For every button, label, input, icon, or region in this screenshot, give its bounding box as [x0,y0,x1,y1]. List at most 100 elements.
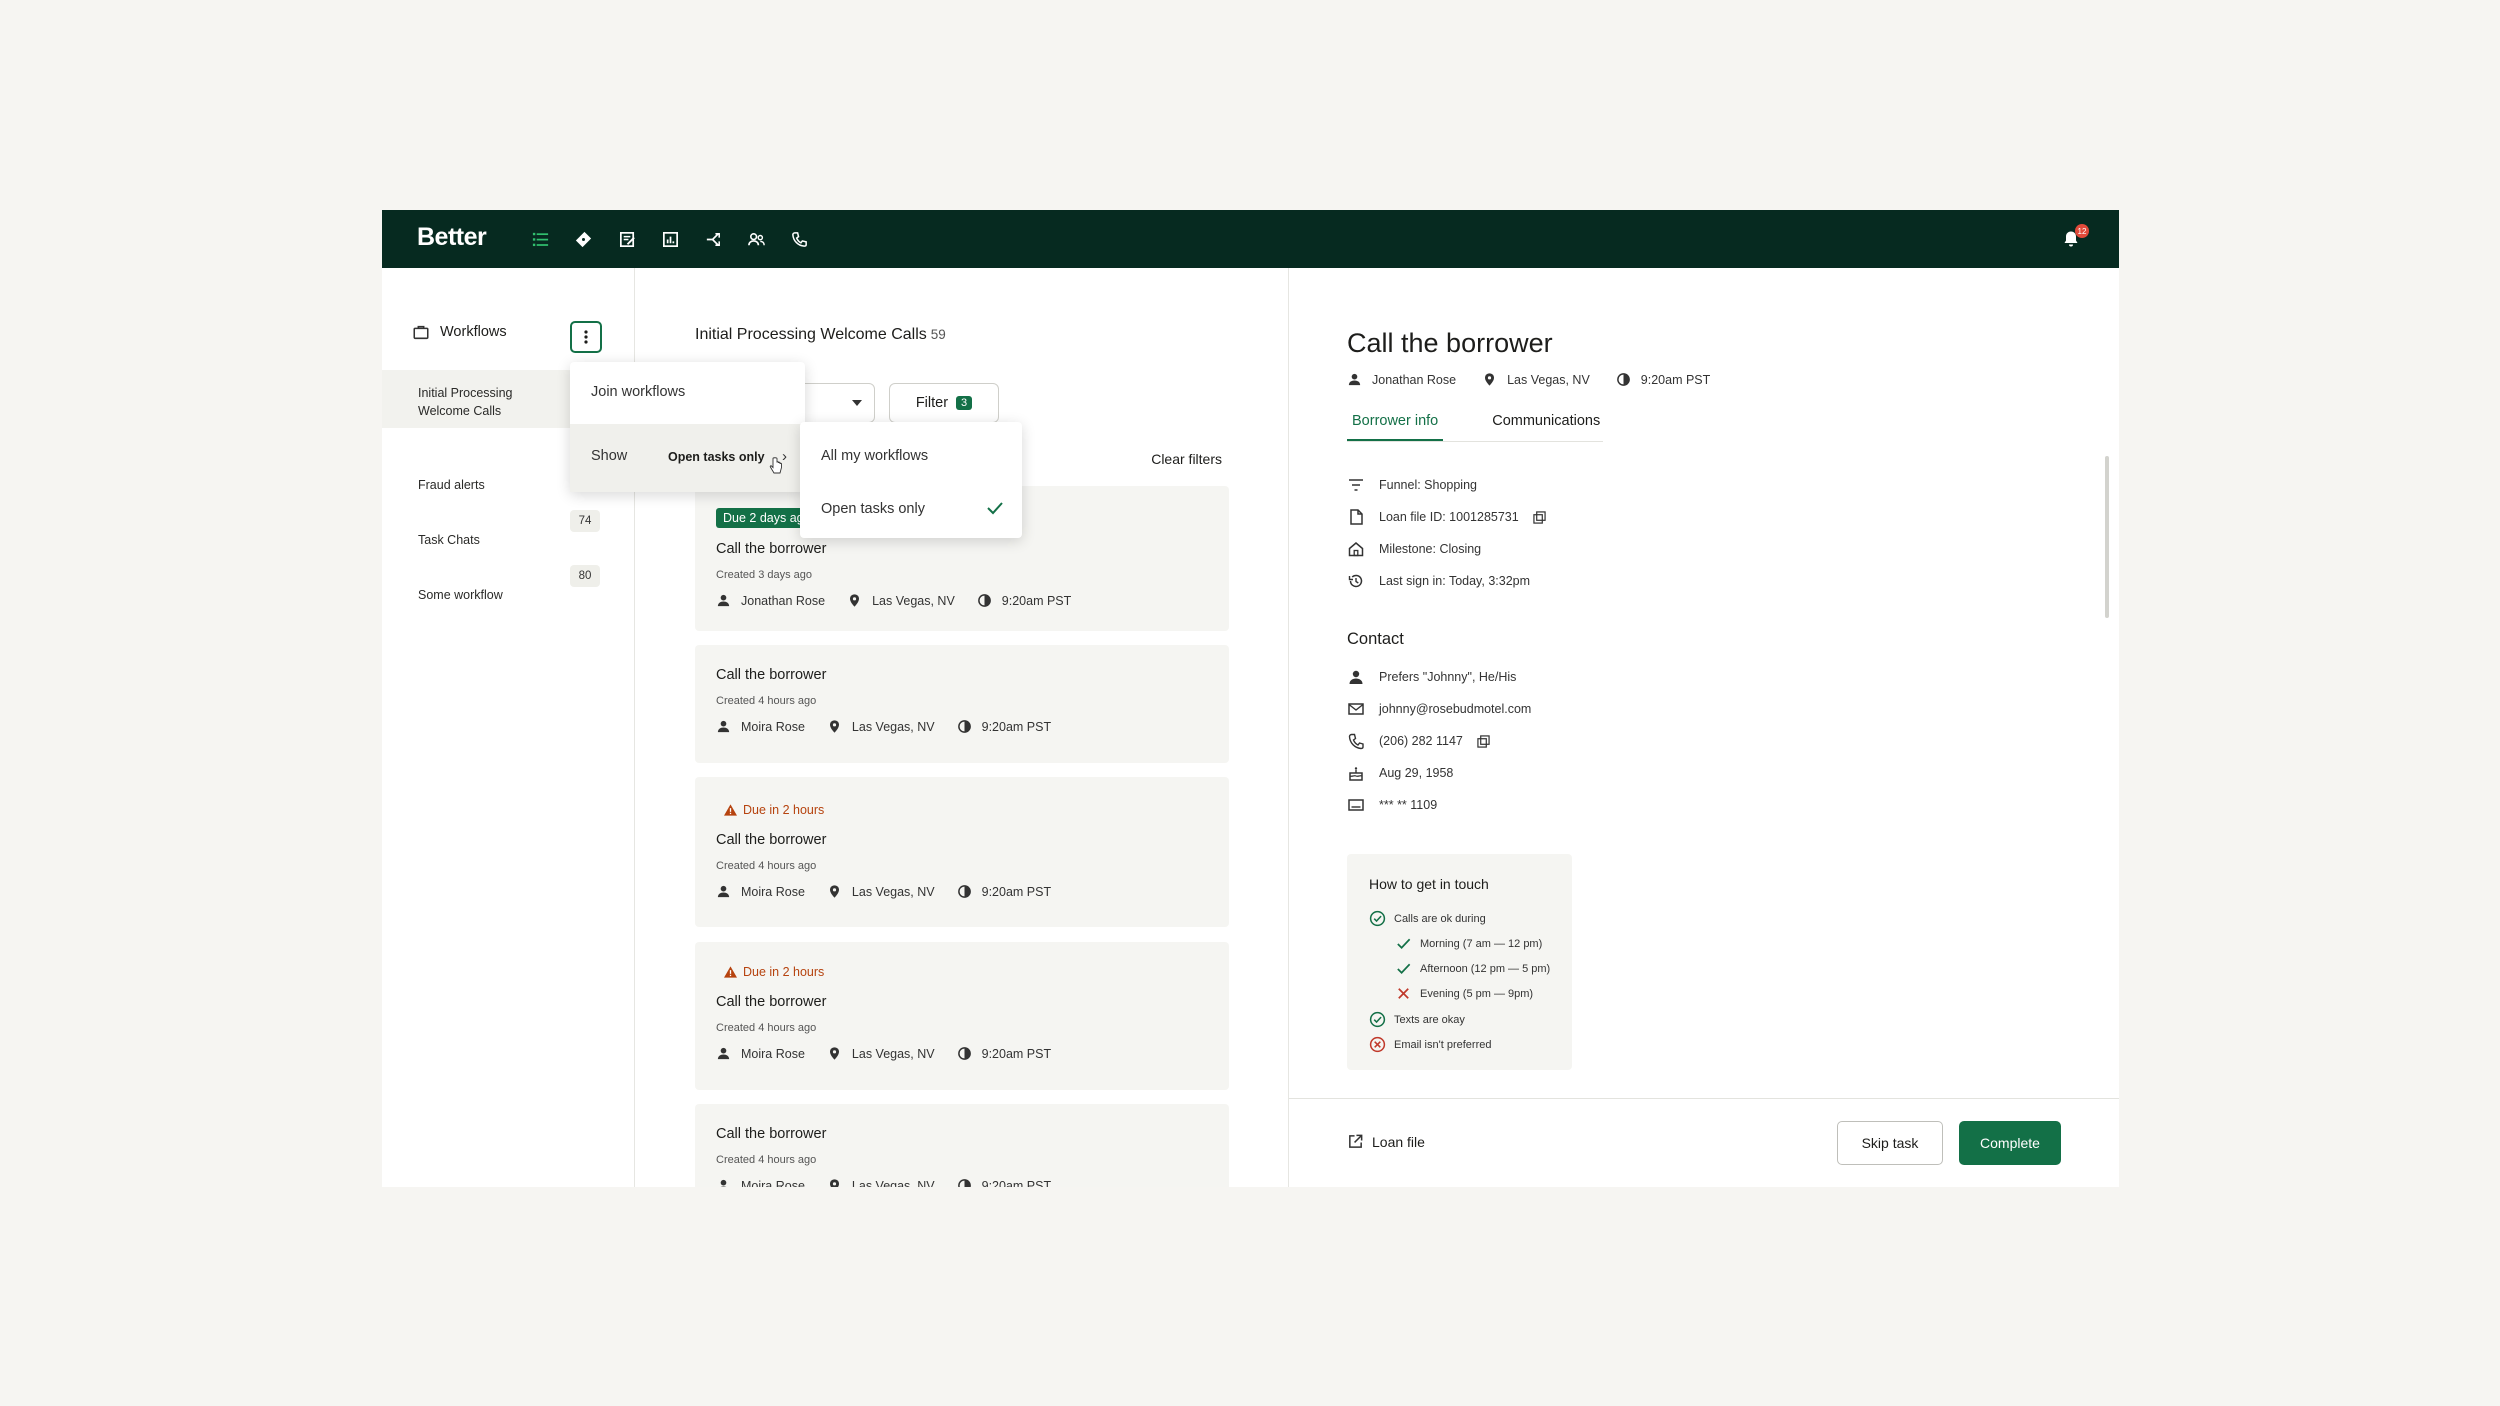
due-warning: Due in 2 hours [724,803,824,817]
person-icon [717,1047,730,1060]
phone-text[interactable]: (206) 282 1147 [1379,734,1463,748]
check-icon [1397,963,1411,974]
option-all-my-workflows[interactable]: All my workflows [821,448,928,464]
task-card[interactable]: Due in 2 hours Call the borrower Created… [695,777,1229,927]
task-created: Created 3 days ago [716,569,813,581]
task-created: Created 4 hours ago [716,860,817,872]
detail-scrollbar[interactable] [2105,456,2109,618]
task-created: Created 4 hours ago [716,1154,817,1166]
ticket-icon[interactable] [571,227,595,251]
clock-timezone-icon [977,594,991,607]
hand-cursor-icon [769,457,782,474]
task-card[interactable]: Call the borrower Created 4 hours ago Mo… [695,1104,1229,1187]
cake-icon [1349,767,1363,781]
complete-button[interactable]: Complete [1959,1121,2061,1165]
show-options-menu: All my workflows Open tasks only [800,422,1022,538]
filter-button[interactable]: Filter 3 [889,383,999,423]
list-icon[interactable] [528,227,552,251]
history-icon [1348,574,1363,588]
person-icon [717,720,730,733]
skip-task-button[interactable]: Skip task [1837,1121,1943,1165]
person-icon [720,1179,727,1187]
info-loan-id: Loan file ID: 1001285731 [1347,508,1546,526]
task-borrower: Moira Rose [741,884,805,899]
brand-logo[interactable]: Better [417,223,487,252]
location-pin-icon [1485,373,1495,386]
task-title: Call the borrower [716,667,827,683]
funnel-text: Funnel: Shopping [1379,478,1477,492]
copy-icon[interactable] [1533,510,1546,524]
clear-filters-link[interactable]: Clear filters [1151,451,1222,467]
sidebar-item-initial-processing[interactable]: Initial Processing Welcome Calls [418,384,528,420]
email-text[interactable]: johnny@rosebudmotel.com [1379,702,1531,716]
edit-note-icon[interactable] [615,227,639,251]
notifications-bell-icon[interactable]: 12 [2061,224,2089,251]
tabs-divider [1347,441,1603,442]
task-title: Call the borrower [716,1126,827,1142]
chart-icon[interactable] [658,227,682,251]
phone-icon[interactable] [787,227,811,251]
share-icon[interactable] [701,227,725,251]
task-card[interactable]: Call the borrower Created 4 hours ago Mo… [695,645,1229,763]
contact-birthday: Aug 29, 1958 [1347,764,1453,782]
clock-timezone-icon [957,720,971,733]
task-title: Call the borrower [716,541,827,557]
loan-file-link[interactable]: Loan file [1347,1133,1425,1150]
show-value: Open tasks only [668,450,765,464]
morning-text: Morning (7 am — 12 pm) [1420,937,1543,950]
info-last-sign-in: Last sign in: Today, 3:32pm [1347,572,1530,590]
email-pref-text: Email isn't preferred [1394,1038,1492,1051]
filter-count-badge: 3 [956,396,973,410]
option-open-tasks-only[interactable]: Open tasks only [821,501,925,517]
milestone-text: Milestone: Closing [1379,542,1482,556]
task-borrower: Moira Rose [741,1178,805,1188]
clock-timezone-icon [1616,373,1630,386]
tab-borrower-info[interactable]: Borrower info [1347,413,1444,441]
touch-texts: Texts are okay [1369,1011,1465,1028]
task-title: Call the borrower [716,832,827,848]
app-window: Better 12 Workflows Initial Processing W… [382,210,2119,1187]
task-borrower: Moira Rose [741,719,805,734]
location-pin-icon [829,1179,839,1187]
loan-file-label: Loan file [1372,1133,1425,1150]
task-meta: Moira Rose Las Vegas, NV 9:20am PST [716,884,1073,899]
close-circle-icon [1369,1036,1386,1053]
briefcase-icon [413,325,429,340]
warning-icon [724,804,737,816]
sidebar-item-fraud-alerts[interactable]: Fraud alerts [418,476,485,494]
close-x-icon [1398,988,1409,999]
task-card[interactable]: Due in 2 hours Call the borrower Created… [695,942,1229,1090]
task-meta: Moira Rose Las Vegas, NV 9:20am PST [716,1046,1073,1061]
task-location: Las Vegas, NV [851,884,935,899]
detail-meta: Jonathan Rose Las Vegas, NV 9:20am PST [1347,372,1736,387]
sidebar-count-badge: 80 [570,565,600,587]
list-count: 59 [930,327,946,342]
top-nav: Better 12 [382,210,2119,268]
contact-email: johnny@rosebudmotel.com [1347,700,1531,718]
people-icon[interactable] [744,227,768,251]
task-borrower: Moira Rose [741,1046,805,1061]
due-warning-text: Due in 2 hours [743,803,825,817]
phone-icon [1348,733,1364,750]
person-icon [717,594,730,607]
check-circle-icon [1369,1011,1386,1028]
copy-icon[interactable] [1477,734,1490,748]
afternoon-text: Afternoon (12 pm — 5 pm) [1420,962,1551,975]
how-to-get-in-touch-card: How to get in touch Calls are ok during … [1347,854,1572,1070]
task-created: Created 4 hours ago [716,695,817,707]
task-title: Call the borrower [716,994,827,1010]
workflows-more-button[interactable] [570,321,602,353]
sidebar-item-some-workflow[interactable]: Some workflow [418,586,503,604]
id-card-icon [1348,799,1364,811]
touch-afternoon: Afternoon (12 pm — 5 pm) [1395,960,1550,977]
clock-timezone-icon [957,1179,971,1187]
contact-phone: (206) 282 1147 [1347,732,1490,750]
contact-title: Contact [1347,630,1404,648]
contact-prefers: Prefers "Johnny", He/His [1347,668,1516,686]
more-vertical-icon [584,330,588,344]
task-meta: Moira Rose Las Vegas, NV 9:20am PST [716,719,1073,734]
join-workflows-item[interactable]: Join workflows [591,384,685,400]
sidebar-item-task-chats[interactable]: Task Chats [418,531,480,549]
tab-communications[interactable]: Communications [1487,413,1605,441]
notification-badge: 12 [2075,224,2089,238]
